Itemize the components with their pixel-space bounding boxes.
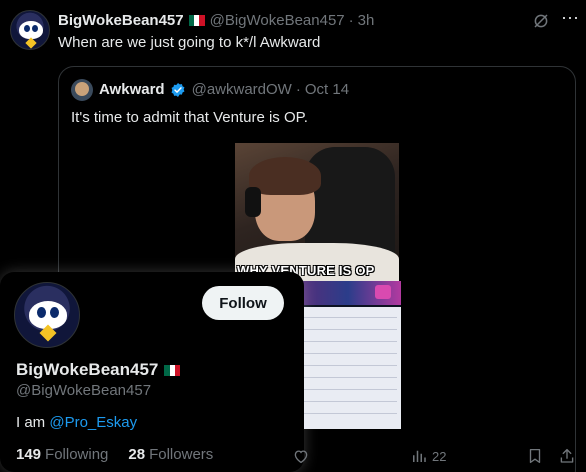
author-handle[interactable]: @BigWokeBean457 bbox=[210, 12, 345, 29]
profile-name-row: BigWokeBean457 bbox=[16, 360, 185, 380]
headphone bbox=[245, 187, 261, 217]
tweet-time[interactable]: 3h bbox=[358, 12, 375, 29]
profile-bio: I am @Pro_Eskay bbox=[16, 414, 137, 431]
stats-table bbox=[295, 307, 401, 429]
avatar-eye bbox=[37, 307, 46, 318]
author-avatar[interactable] bbox=[10, 10, 50, 50]
stats-row bbox=[299, 329, 397, 330]
avatar-tie bbox=[25, 37, 37, 49]
stats-row bbox=[299, 377, 397, 378]
following-label[interactable]: Following bbox=[45, 446, 108, 463]
followers-count[interactable]: 28 bbox=[128, 446, 145, 463]
quote-author-avatar[interactable] bbox=[71, 79, 93, 101]
grok-icon[interactable] bbox=[532, 12, 550, 30]
follow-button[interactable]: Follow bbox=[202, 286, 284, 320]
share-button[interactable] bbox=[558, 446, 576, 466]
separator: · bbox=[295, 81, 301, 98]
stats-screenshot bbox=[295, 281, 401, 429]
profile-name[interactable]: BigWokeBean457 bbox=[16, 360, 158, 380]
stats-row bbox=[299, 317, 397, 318]
like-button[interactable] bbox=[292, 446, 310, 466]
profile-stats: 149 Following 28 Followers bbox=[16, 446, 233, 463]
video-thumbnail[interactable] bbox=[235, 143, 399, 281]
profile-hover-card[interactable]: Follow BigWokeBean457 @BigWokeBean457 I … bbox=[0, 272, 304, 472]
stats-row bbox=[299, 353, 397, 354]
mexico-flag-icon bbox=[164, 364, 181, 376]
verified-icon bbox=[171, 82, 185, 97]
stats-row bbox=[299, 401, 397, 402]
bio-mention-link[interactable]: @Pro_Eskay bbox=[49, 414, 137, 431]
followers-label[interactable]: Followers bbox=[149, 446, 213, 463]
author-name[interactable]: BigWokeBean457 bbox=[58, 12, 184, 29]
tweet[interactable]: BigWokeBean457 @BigWokeBean457 · 3h ··· … bbox=[0, 0, 586, 472]
avatar-eye bbox=[50, 307, 59, 318]
stats-row bbox=[299, 341, 397, 342]
mexico-flag-icon bbox=[188, 14, 205, 26]
stats-logo bbox=[375, 285, 391, 299]
tweet-text: When are we just going to k*/l Awkward bbox=[58, 34, 321, 51]
views-icon bbox=[413, 450, 426, 462]
views-button[interactable]: 22 bbox=[410, 446, 446, 466]
share-icon bbox=[560, 448, 574, 463]
bookmark-button[interactable] bbox=[526, 446, 544, 466]
stats-row bbox=[299, 389, 397, 390]
tweet-header: BigWokeBean457 @BigWokeBean457 · 3h bbox=[58, 10, 374, 30]
bookmark-icon bbox=[529, 448, 541, 464]
quote-author-handle[interactable]: @awkwardOW bbox=[192, 81, 292, 98]
quote-date[interactable]: Oct 14 bbox=[305, 81, 349, 98]
quote-author-name[interactable]: Awkward bbox=[99, 81, 165, 98]
quote-text: It's time to admit that Venture is OP. bbox=[71, 109, 308, 126]
bio-text: I am bbox=[16, 414, 50, 431]
views-count: 22 bbox=[432, 448, 447, 464]
profile-handle[interactable]: @BigWokeBean457 bbox=[16, 382, 151, 399]
separator: · bbox=[348, 11, 354, 29]
avatar-face bbox=[19, 21, 43, 39]
following-count[interactable]: 149 bbox=[16, 446, 41, 463]
stats-row bbox=[299, 413, 397, 414]
stats-row bbox=[299, 365, 397, 366]
more-icon[interactable]: ··· bbox=[560, 8, 580, 30]
like-icon bbox=[294, 450, 308, 464]
profile-avatar[interactable] bbox=[14, 282, 80, 348]
avatar-eye bbox=[24, 25, 30, 32]
quote-header: Awkward @awkwardOW · Oct 14 bbox=[99, 81, 349, 98]
avatar-eye bbox=[32, 25, 38, 32]
